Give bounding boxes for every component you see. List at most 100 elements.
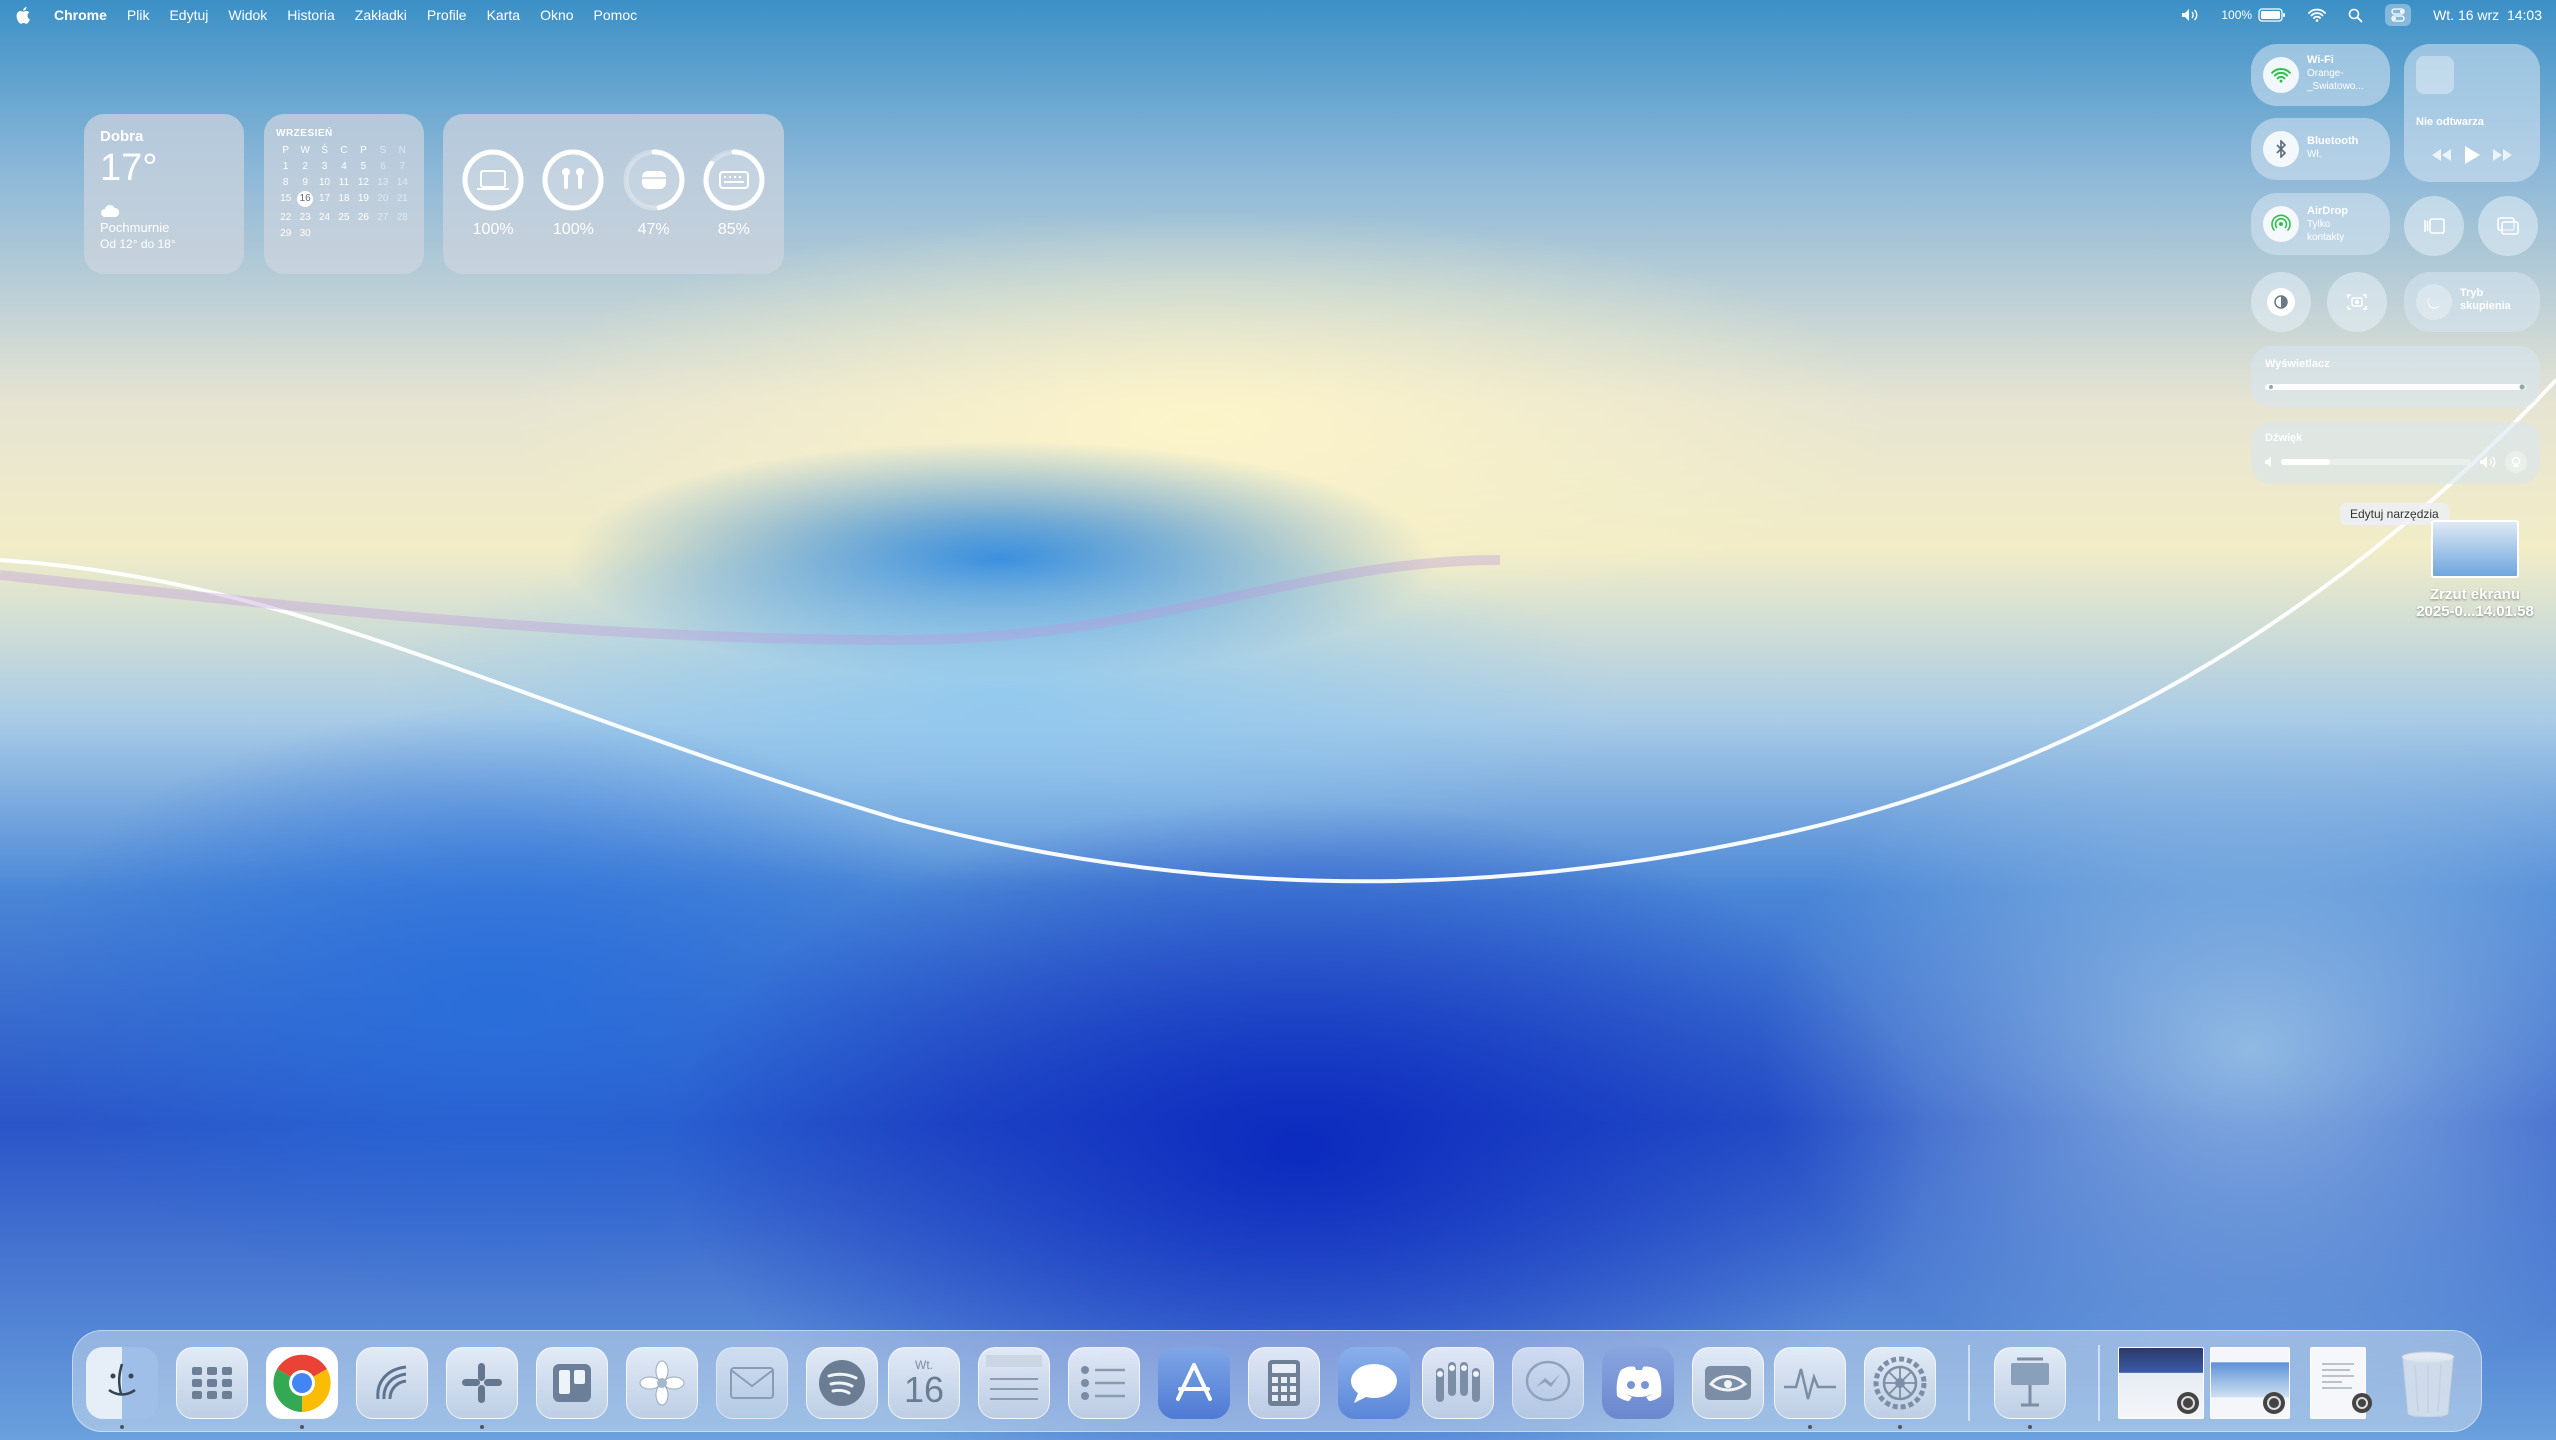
recent-document-3[interactable] <box>2310 1347 2372 1419</box>
menu-profile[interactable]: Profile <box>427 7 467 23</box>
apple-menu-icon[interactable] <box>16 6 32 24</box>
airdrop-tile[interactable]: AirDrop Tylko kontakty <box>2251 193 2390 255</box>
launchpad-icon[interactable] <box>176 1347 248 1419</box>
chrome-running-dot <box>300 1425 304 1429</box>
slack-icon[interactable] <box>446 1347 518 1419</box>
airpods-settings-icon[interactable] <box>1422 1347 1494 1419</box>
stage-manager-button[interactable] <box>2404 196 2464 256</box>
weather-widget[interactable]: Dobra 17° Pochmurnie Od 12° do 18° <box>84 114 244 274</box>
bluetooth-icon <box>2276 140 2287 158</box>
menu-clock[interactable]: Wt. 16 wrz 14:03 <box>2433 7 2542 23</box>
file-name-line2: 2025-0...14.01.58 <box>2416 603 2534 620</box>
previous-track-icon[interactable] <box>2430 148 2452 162</box>
surfshark-icon[interactable] <box>356 1347 428 1419</box>
airdrop-label: AirDrop Tylko kontakty <box>2307 205 2357 244</box>
spotify-icon[interactable] <box>806 1347 878 1419</box>
battery-status[interactable]: 100% <box>2221 8 2286 22</box>
airdrop-toggle[interactable] <box>2263 206 2299 242</box>
calendar-day: 6 <box>380 161 386 172</box>
calendar-day: 19 <box>357 193 369 204</box>
nvidia-icon[interactable] <box>1692 1347 1764 1419</box>
battery-ring <box>703 149 765 211</box>
menu-plik[interactable]: Plik <box>127 7 150 23</box>
next-track-icon[interactable] <box>2492 148 2514 162</box>
volume-fill <box>2281 459 2331 465</box>
focus-toggle[interactable] <box>2416 284 2452 320</box>
wifi-toggle[interactable] <box>2263 57 2299 93</box>
screenshot-button[interactable] <box>2327 272 2387 332</box>
reminders-icon[interactable] <box>1068 1347 1140 1419</box>
menu-zakladki[interactable]: Zakładki <box>355 7 407 23</box>
screen-mirroring-button[interactable] <box>2478 196 2538 256</box>
display-tile[interactable]: Wyświetlacz <box>2251 346 2540 408</box>
now-playing-tile[interactable]: Nie odtwarza <box>2404 44 2540 182</box>
menu-okno[interactable]: Okno <box>540 7 573 23</box>
recent-document-2[interactable] <box>2210 1347 2290 1419</box>
volume-icon[interactable] <box>2181 8 2199 22</box>
wifi-status-icon[interactable] <box>2308 8 2326 22</box>
calendar-grid: P W Ś C P S N 1 2 3 4 5 6 7 8 9 10 11 12 13 14 15 16 17 1… <box>276 145 412 239</box>
calendar-day: 18 <box>338 193 350 204</box>
trello-icon[interactable] <box>536 1347 608 1419</box>
airplay-audio-button[interactable] <box>2505 451 2527 473</box>
keynote-running-dot <box>2028 1425 2032 1429</box>
bluetooth-tile[interactable]: Bluetooth Wł. <box>2251 118 2390 180</box>
calculator-icon[interactable] <box>1248 1347 1320 1419</box>
calendar-day: 5 <box>360 161 367 172</box>
play-icon[interactable] <box>2463 145 2481 165</box>
calendar-day: 2 <box>302 161 308 172</box>
activity-monitor-icon[interactable] <box>1774 1347 1846 1419</box>
batteries-widget[interactable]: 100% 100% 47% 85% <box>443 114 784 274</box>
menu-edytuj[interactable]: Edytuj <box>169 7 208 23</box>
calendar-icon[interactable]: Wt. 16 <box>888 1347 960 1419</box>
sound-tile[interactable]: Dźwięk <box>2251 422 2540 484</box>
discord-icon[interactable] <box>1602 1347 1674 1419</box>
wifi-tile[interactable]: Wi-Fi Orange-_Swiatowo... <box>2251 44 2390 106</box>
photos-icon[interactable] <box>626 1347 698 1419</box>
calendar-weekday: C <box>340 145 348 156</box>
bluetooth-toggle[interactable] <box>2263 131 2299 167</box>
chrome-icon[interactable] <box>266 1347 338 1419</box>
calendar-day: 12 <box>357 177 369 188</box>
display-brightness-slider[interactable] <box>2265 384 2527 390</box>
dock-separator <box>2098 1345 2100 1421</box>
messages-icon[interactable] <box>1338 1347 1410 1419</box>
weather-city: Dobra <box>100 128 144 145</box>
desktop-screenshot-file[interactable]: Zrzut ekranu 2025-0...14.01.58 <box>2400 520 2550 620</box>
screen-mirroring-icon <box>2497 217 2519 235</box>
calendar-today: 16 <box>297 191 314 207</box>
calendar-day: 27 <box>377 212 389 223</box>
calendar-day: 30 <box>299 228 311 239</box>
accessibility-button[interactable] <box>2251 272 2311 332</box>
volume-slider[interactable] <box>2281 459 2471 465</box>
trash-icon[interactable] <box>2392 1347 2464 1419</box>
spotlight-search-icon[interactable] <box>2348 8 2363 23</box>
control-center-button[interactable] <box>2385 4 2412 26</box>
focus-tile[interactable]: Tryb skupienia <box>2404 272 2540 332</box>
menu-historia[interactable]: Historia <box>287 7 334 23</box>
calendar-day: 21 <box>396 193 408 204</box>
finder-icon[interactable] <box>86 1347 158 1419</box>
system-settings-icon[interactable] <box>1864 1347 1936 1419</box>
recent-document-1[interactable] <box>2118 1347 2204 1419</box>
control-center-icon <box>2391 8 2405 22</box>
menu-widok[interactable]: Widok <box>228 7 267 23</box>
menu-app-name[interactable]: Chrome <box>54 7 107 23</box>
notes-icon[interactable] <box>978 1347 1050 1419</box>
menu-pomoc[interactable]: Pomoc <box>594 7 638 23</box>
calendar-day: 17 <box>319 193 331 204</box>
messenger-icon[interactable] <box>1512 1347 1584 1419</box>
airplay-icon <box>2511 456 2521 467</box>
calendar-day: 25 <box>338 212 350 223</box>
wifi-icon <box>2271 68 2291 83</box>
calendar-day: 24 <box>319 212 331 223</box>
now-playing-status: Nie odtwarza <box>2416 116 2484 128</box>
keynote-icon[interactable] <box>1994 1347 2066 1419</box>
calendar-widget[interactable]: WRZESIEŃ P W Ś C P S N 1 2 3 4 5 6 7 8 9 10 11 12 13… <box>264 114 424 274</box>
keyboard-icon <box>718 171 749 189</box>
battery-item: 85% <box>703 149 765 239</box>
calendar-day: 3 <box>321 161 328 172</box>
mail-icon[interactable] <box>716 1347 788 1419</box>
menu-karta[interactable]: Karta <box>487 7 520 23</box>
app-store-icon[interactable] <box>1158 1347 1230 1419</box>
